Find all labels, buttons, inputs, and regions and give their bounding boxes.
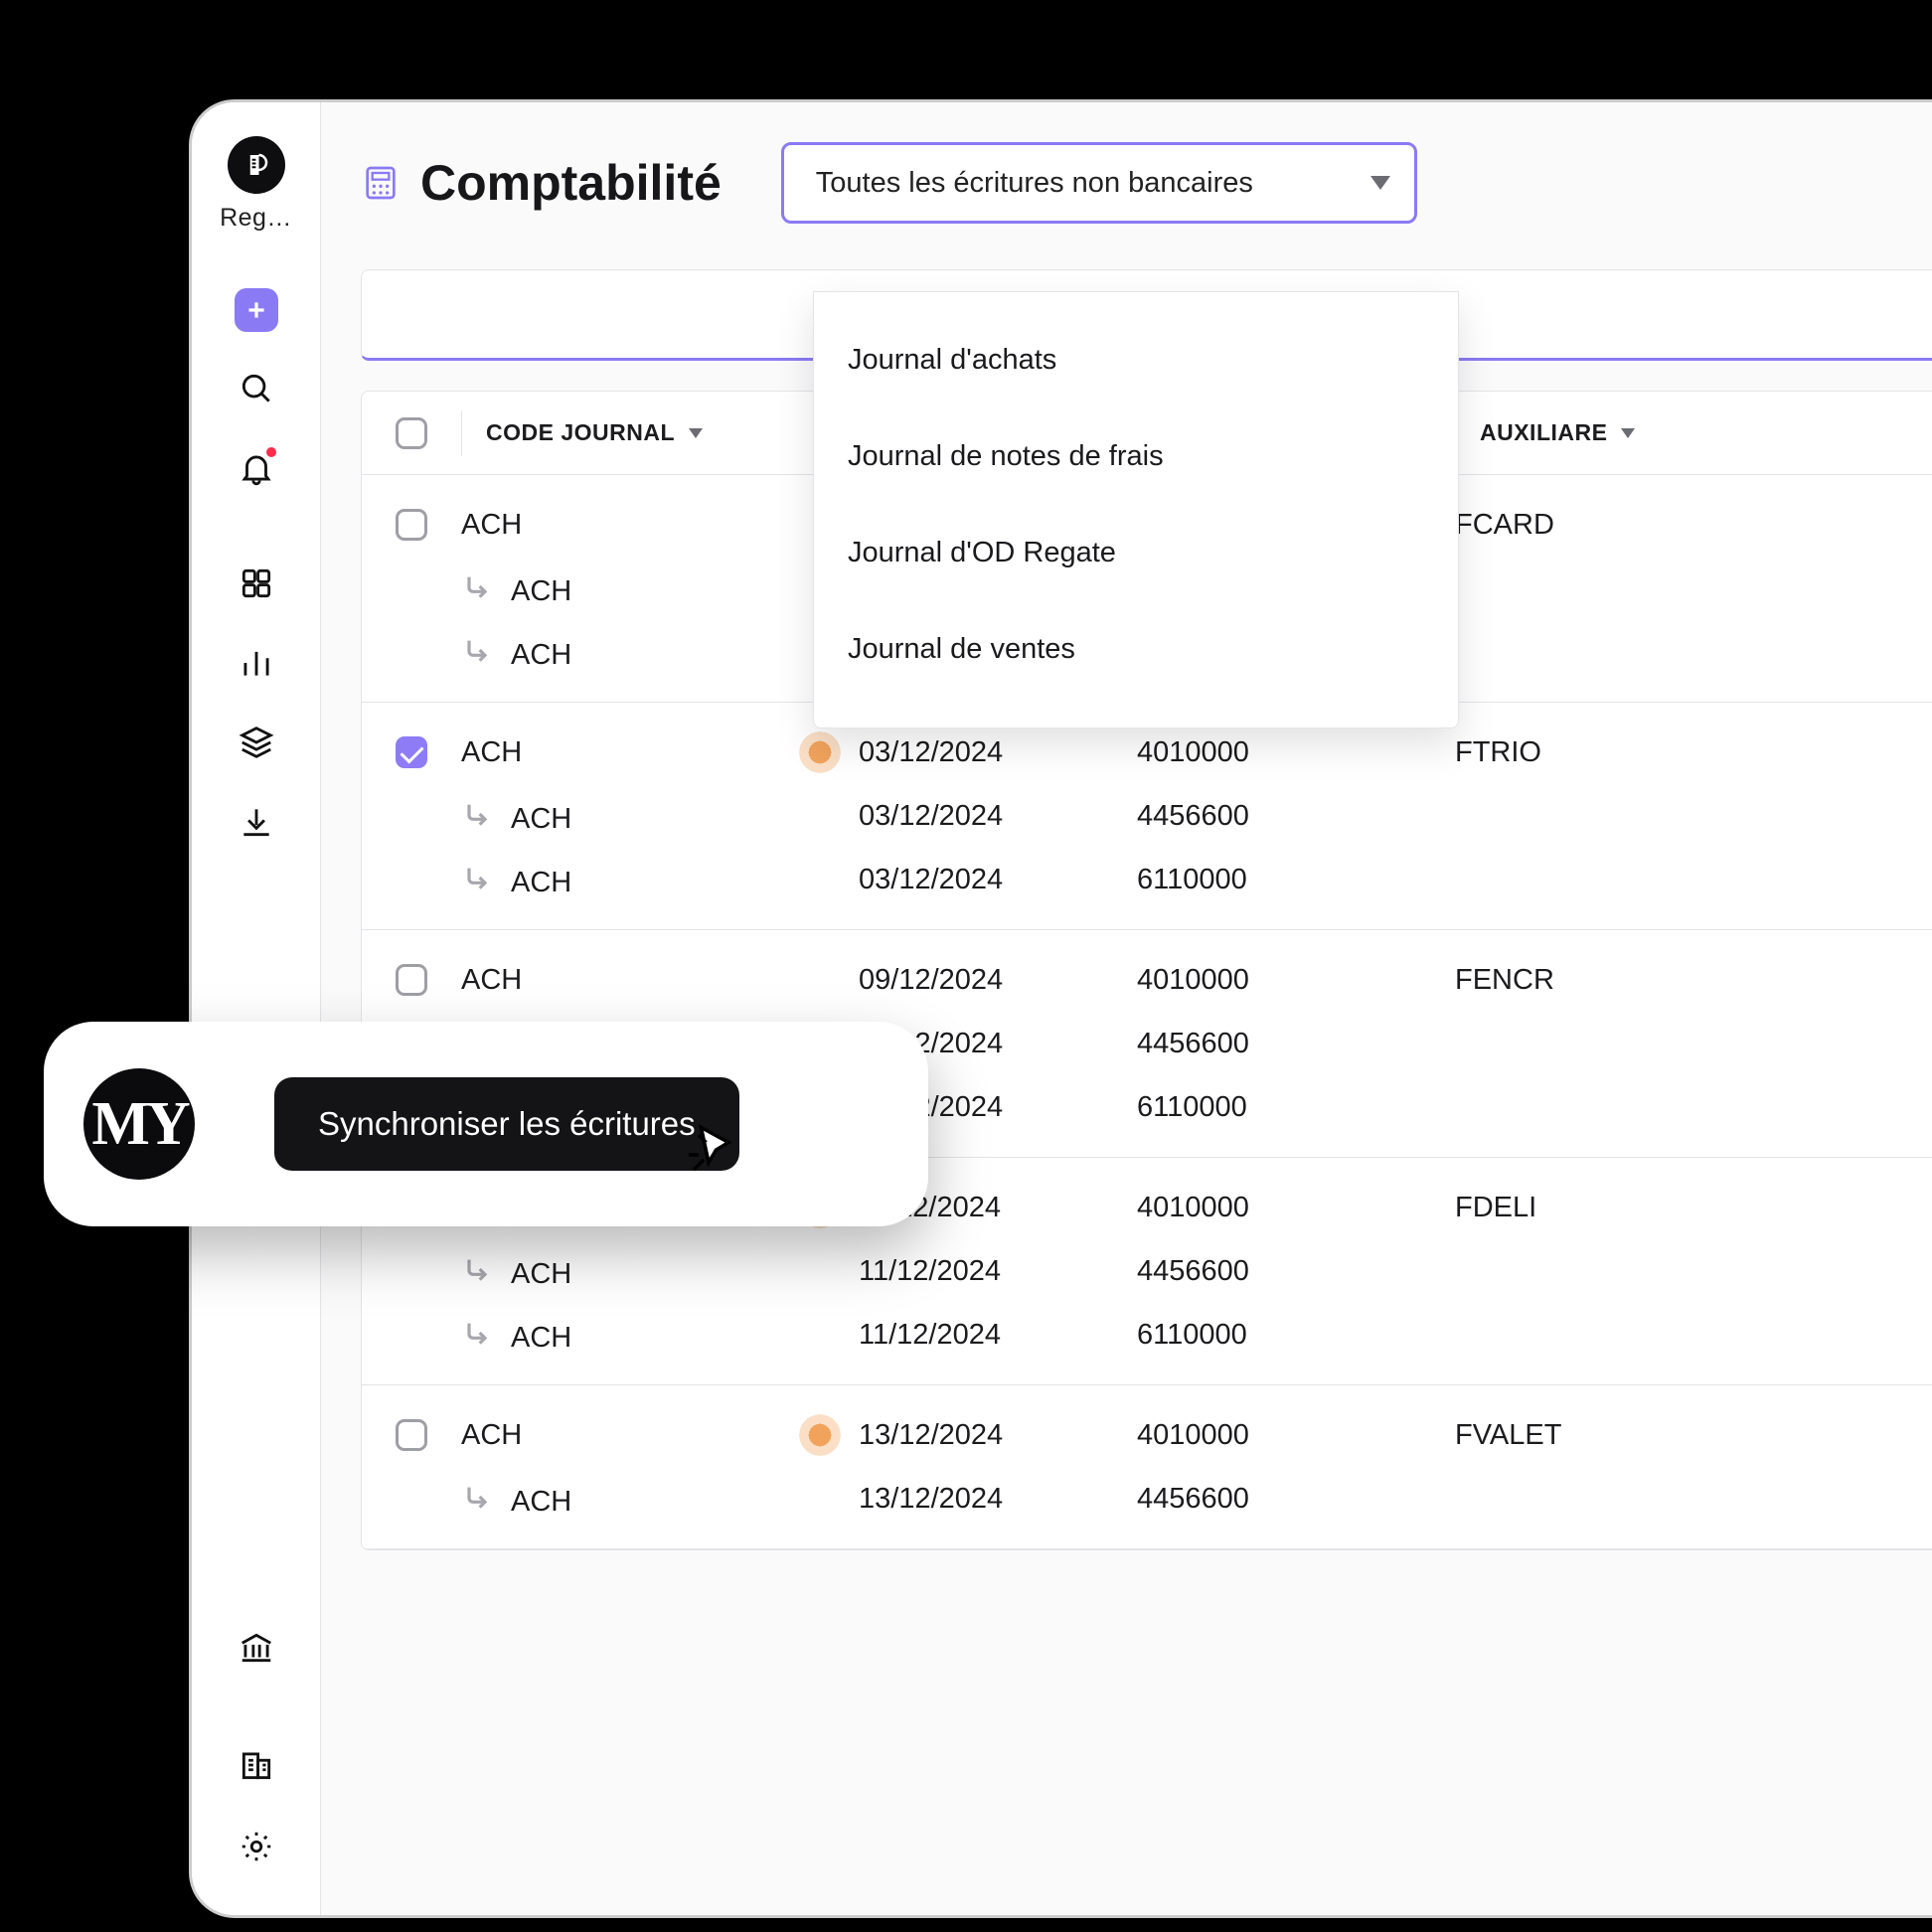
cell-aux: FDELI: [1455, 1192, 1753, 1224]
cursor-icon: [684, 1120, 743, 1185]
notification-dot: [264, 445, 278, 459]
sidebar: Reg…: [192, 102, 321, 1915]
cell-date: 13/12/2024: [859, 1419, 1137, 1452]
reports-icon[interactable]: [234, 640, 279, 686]
apps-icon[interactable]: [234, 561, 279, 606]
status-dot: [799, 731, 841, 773]
workspace-avatar: [228, 136, 285, 194]
cell-account: 4456600: [1137, 1255, 1455, 1288]
col-code[interactable]: CODE JOURNAL: [461, 410, 779, 456]
menu-item-ndf[interactable]: Journal de notes de frais: [814, 408, 1458, 505]
add-button[interactable]: [235, 288, 278, 332]
search-icon[interactable]: [234, 366, 279, 411]
child-arrow-icon: [461, 1481, 493, 1513]
sync-button[interactable]: Synchroniser les écritures: [274, 1077, 739, 1171]
table-row[interactable]: ACH 03/12/20244010000FTRIO: [362, 721, 1932, 784]
cell-date: 03/12/2024: [859, 864, 1137, 896]
download-icon[interactable]: [234, 799, 279, 845]
table-row[interactable]: ACH 11/12/20246110000: [362, 1303, 1932, 1367]
chevron-down-icon: [1370, 176, 1390, 190]
notifications-icon[interactable]: [234, 445, 279, 491]
cell-date: 11/12/2024: [859, 1319, 1137, 1352]
cell-code: ACH: [461, 1479, 779, 1519]
cell-account: 4456600: [1137, 800, 1455, 833]
menu-item-ventes[interactable]: Journal de ventes: [814, 601, 1458, 698]
settings-icon[interactable]: [234, 1824, 279, 1869]
sync-tooltip-card: MY Synchroniser les écritures: [44, 1022, 928, 1226]
table-row[interactable]: ACH 03/12/20244456600: [362, 784, 1932, 848]
cell-account: 4456600: [1137, 1483, 1455, 1516]
calculator-icon: [361, 163, 401, 203]
content-area: Comptabilité Toutes les écritures non ba…: [321, 102, 1932, 1915]
cell-account: 6110000: [1137, 1319, 1455, 1352]
row-checkbox[interactable]: [396, 736, 427, 768]
cell-account: 4010000: [1137, 964, 1455, 997]
app-window: Reg…: [189, 99, 1932, 1918]
cell-code: ACH: [461, 964, 779, 997]
select-all-checkbox[interactable]: [396, 417, 427, 449]
cell-aux: FTRIO: [1455, 736, 1753, 769]
cell-date: 11/12/2024: [859, 1255, 1137, 1288]
cell-account: 6110000: [1137, 1091, 1455, 1124]
journal-filter-menu: Journal d'achats Journal de notes de fra…: [813, 291, 1459, 728]
cell-aux: FVALET: [1455, 1419, 1753, 1452]
table-row[interactable]: ACH 13/12/20244456600: [362, 1467, 1932, 1530]
cell-code: ACH: [461, 860, 779, 899]
child-arrow-icon: [461, 798, 493, 830]
child-arrow-icon: [461, 1253, 493, 1285]
cell-account: 4010000: [1137, 736, 1455, 769]
sort-icon: [689, 428, 703, 438]
cell-code: ACH: [461, 1315, 779, 1355]
cell-date: 09/12/2024: [859, 964, 1137, 997]
child-arrow-icon: [461, 634, 493, 666]
cell-code: ACH: [461, 509, 779, 542]
dropdown-selected-label: Toutes les écritures non bancaires: [816, 167, 1370, 200]
layers-icon[interactable]: [234, 720, 279, 765]
table-row[interactable]: ACH 11/12/20244456600: [362, 1239, 1932, 1303]
cell-account: 6110000: [1137, 864, 1455, 896]
page-title: Comptabilité: [420, 154, 722, 212]
cell-code: ACH: [461, 1419, 779, 1452]
bank-icon[interactable]: [234, 1625, 279, 1671]
workspace-switcher[interactable]: Reg…: [220, 136, 292, 233]
col-aux[interactable]: AUXILIARE: [1455, 410, 1753, 456]
cell-code: ACH: [461, 568, 779, 608]
cell-date: 03/12/2024: [859, 800, 1137, 833]
table-row[interactable]: ACH 09/12/20244010000FENCR: [362, 948, 1932, 1012]
row-checkbox[interactable]: [396, 1419, 427, 1451]
integration-logo: MY: [83, 1068, 195, 1180]
menu-item-achats[interactable]: Journal d'achats: [814, 312, 1458, 408]
table-group: ACH03/12/20244010000FTRIOACH03/12/202444…: [362, 703, 1932, 930]
cell-date: 13/12/2024: [859, 1483, 1137, 1516]
cell-date: 03/12/2024: [859, 736, 1137, 769]
cell-code: ACH: [461, 736, 779, 769]
workspace-name: Reg…: [220, 204, 292, 233]
cell-account: 4456600: [1137, 1028, 1455, 1060]
cell-code: ACH: [461, 796, 779, 836]
menu-item-od[interactable]: Journal d'OD Regate: [814, 505, 1458, 601]
company-icon[interactable]: [234, 1742, 279, 1788]
cell-account: 4010000: [1137, 1192, 1455, 1224]
table-group: ACH 13/12/20244010000FVALET ACH 13/12/20244…: [362, 1385, 1932, 1549]
journal-filter-dropdown[interactable]: Toutes les écritures non bancaires: [781, 142, 1417, 224]
child-arrow-icon: [461, 862, 493, 893]
table-row[interactable]: ACH 13/12/20244010000FVALET: [362, 1403, 1932, 1467]
table-row[interactable]: ACH 03/12/20246110000: [362, 848, 1932, 911]
sort-icon: [1621, 428, 1635, 438]
child-arrow-icon: [461, 570, 493, 602]
cell-code: ACH: [461, 632, 779, 672]
status-dot: [799, 1414, 841, 1456]
cell-aux: FENCR: [1455, 964, 1753, 997]
cell-code: ACH: [461, 1251, 779, 1291]
row-checkbox[interactable]: [396, 964, 427, 996]
child-arrow-icon: [461, 1317, 493, 1349]
row-checkbox[interactable]: [396, 509, 427, 541]
cell-aux: FCARD: [1455, 509, 1753, 542]
cell-account: 4010000: [1137, 1419, 1455, 1452]
